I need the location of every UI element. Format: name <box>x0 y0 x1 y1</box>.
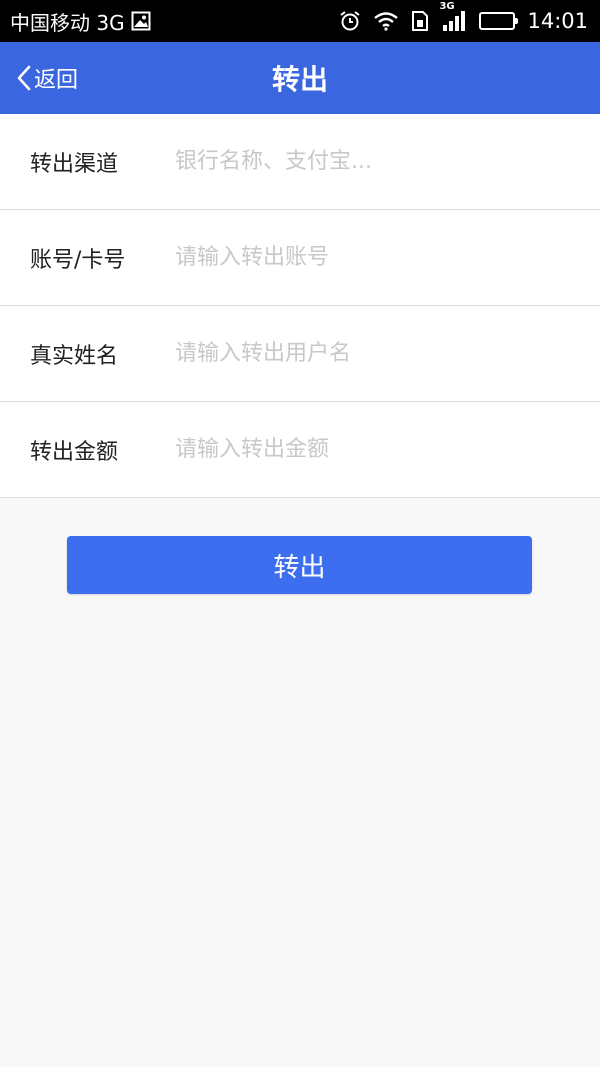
network-badge: 3G <box>439 1 455 12</box>
channel-input[interactable] <box>175 131 600 192</box>
sim-icon <box>411 10 429 32</box>
carrier-label: 中国移动 3G <box>10 10 125 35</box>
amount-input[interactable] <box>175 419 600 480</box>
form-row-name: 真实姓名 <box>0 306 600 402</box>
image-icon <box>131 11 151 31</box>
alarm-icon <box>339 10 361 32</box>
account-label: 账号/卡号 <box>30 247 126 273</box>
account-input[interactable] <box>175 227 600 288</box>
status-bar: 中国移动 3G 3G 14:01 <box>0 0 600 42</box>
page-title: 转出 <box>271 63 328 96</box>
back-button[interactable]: 返回 <box>16 42 78 114</box>
transfer-out-button[interactable]: 转出 <box>67 536 532 594</box>
real-name-label: 真实姓名 <box>30 343 119 369</box>
chevron-left-icon <box>16 64 32 92</box>
form-row-amount: 转出金额 <box>0 402 600 498</box>
wifi-icon <box>373 11 399 31</box>
clock: 14:01 <box>527 9 588 33</box>
battery-icon <box>479 12 519 30</box>
signal-icon: 3G <box>439 1 467 32</box>
channel-label: 转出渠道 <box>30 151 119 177</box>
nav-bar: 返回 转出 <box>0 42 600 114</box>
real-name-input[interactable] <box>175 323 600 384</box>
form-row-channel: 转出渠道 <box>0 114 600 210</box>
form-row-account: 账号/卡号 <box>0 210 600 306</box>
transfer-form: 转出渠道 账号/卡号 真实姓名 转出金额 <box>0 114 600 498</box>
status-right: 3G 14:01 <box>339 1 588 33</box>
back-label: 返回 <box>34 68 79 93</box>
amount-label: 转出金额 <box>30 439 119 465</box>
status-left: 中国移动 3G <box>10 7 151 36</box>
